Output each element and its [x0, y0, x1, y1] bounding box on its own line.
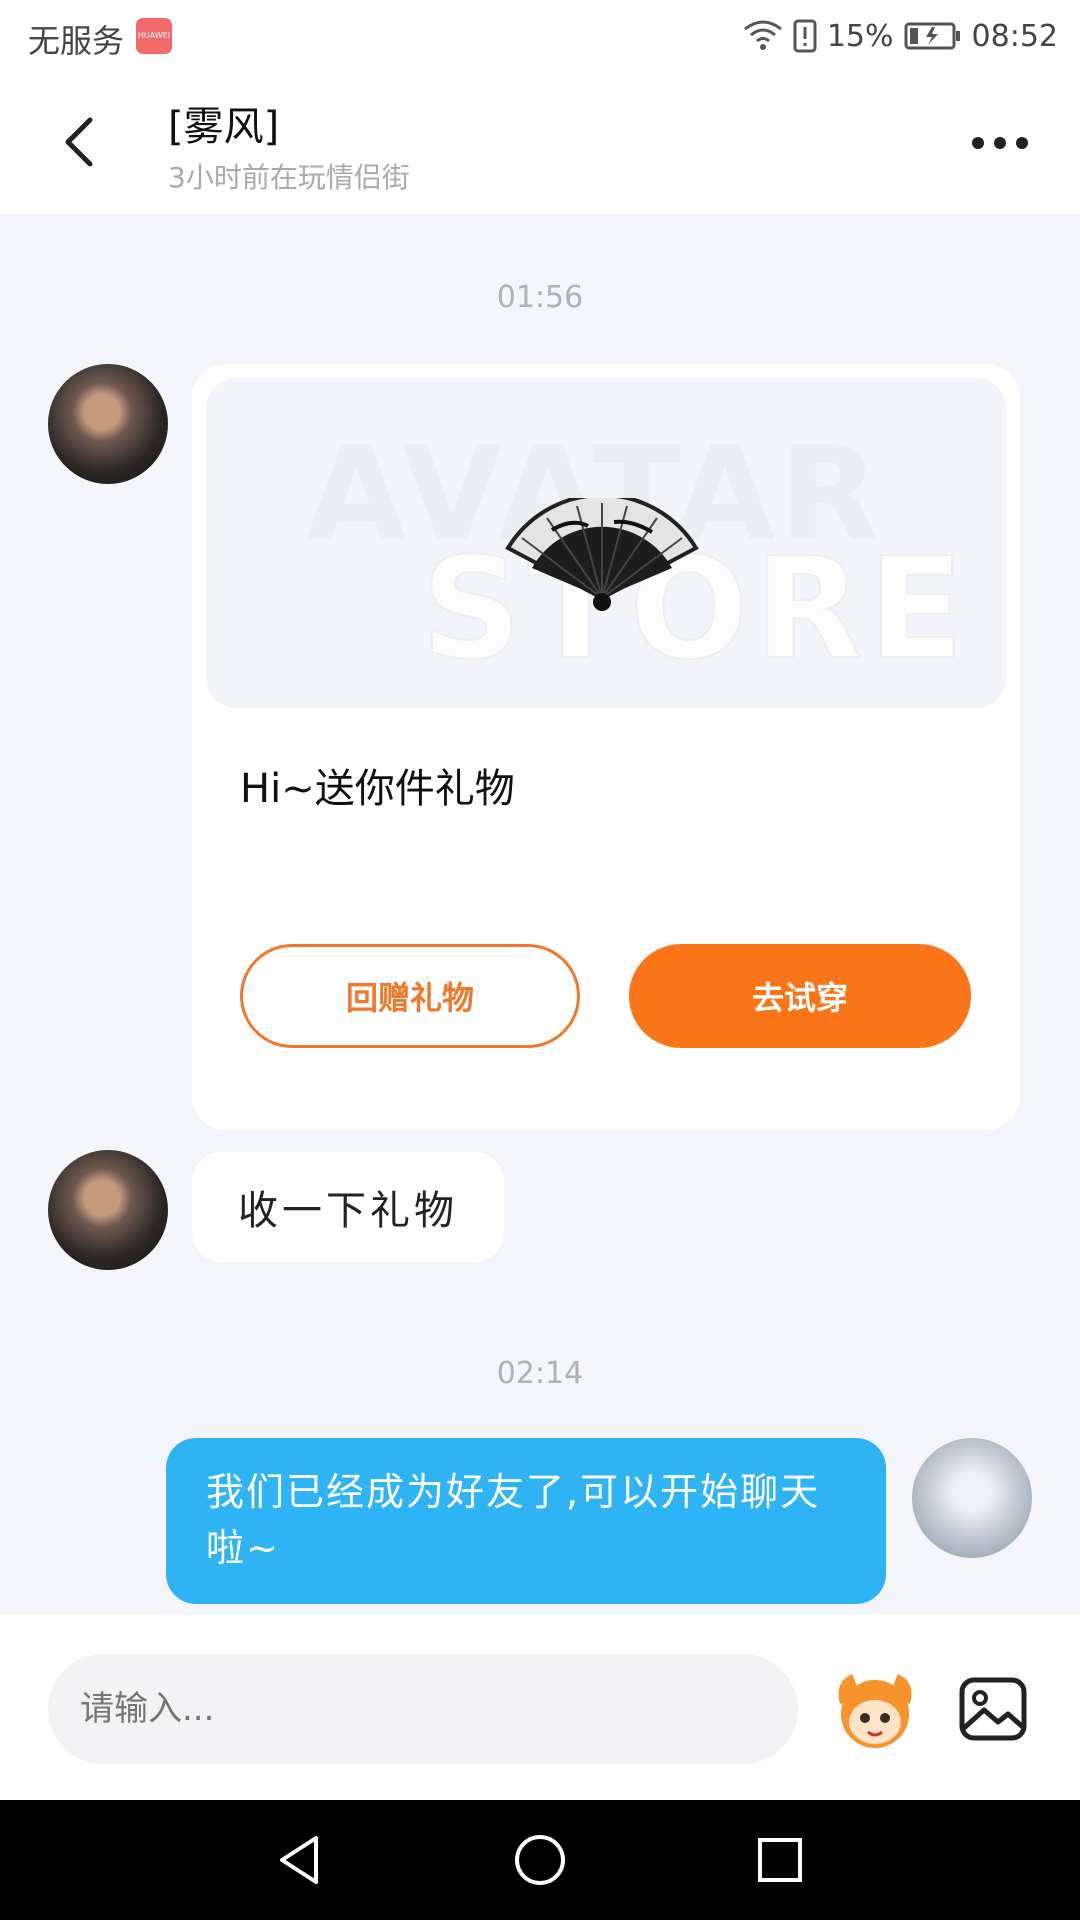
my-avatar[interactable] [912, 1438, 1032, 1558]
back-arrow-icon[interactable] [56, 112, 106, 172]
status-bar: 无服务 HUAWEI 15% 08:52 [0, 0, 1080, 72]
nav-recent-icon[interactable] [748, 1828, 812, 1892]
last-active-status: 3小时前在玩情侣街 [168, 161, 410, 194]
more-icon[interactable] [970, 128, 1030, 158]
contact-avatar[interactable] [48, 1150, 168, 1270]
chat-header: [雾风] 3小时前在玩情侣街 [0, 72, 1080, 214]
message-input[interactable] [48, 1654, 798, 1764]
folding-fan-gift [505, 498, 699, 611]
outgoing-message-bubble[interactable]: 我们已经成为好友了,可以开始聊天啦~ [166, 1438, 886, 1604]
system-nav-bar [0, 1800, 1080, 1920]
wifi-icon [743, 20, 782, 50]
huawei-store-icon: HUAWEI [136, 18, 172, 54]
sticker-mascot-icon[interactable] [830, 1664, 920, 1754]
status-icons: 15% 08:52 [743, 14, 1058, 58]
chat-area[interactable]: 01:56 AVATAR STORE Hi~送你件礼物 回赠礼物 去试穿 收一下… [0, 214, 1080, 1614]
try-on-button[interactable]: 去试穿 [629, 944, 971, 1048]
gift-message-card: AVATAR STORE Hi~送你件礼物 回赠礼物 去试穿 [192, 364, 1020, 1130]
carrier-label: 无服务 [28, 22, 125, 60]
contact-name: [雾风] [168, 104, 280, 150]
clock: 08:52 [971, 18, 1058, 54]
return-gift-button[interactable]: 回赠礼物 [240, 944, 580, 1048]
contact-avatar[interactable] [48, 364, 168, 484]
gift-message-text: Hi~送你件礼物 [240, 766, 515, 812]
incoming-message-bubble[interactable]: 收一下礼物 [192, 1152, 504, 1262]
alert-sim-icon [793, 19, 817, 53]
battery-percent: 15% [826, 18, 894, 54]
image-icon[interactable] [958, 1674, 1028, 1744]
battery-icon [904, 22, 960, 50]
gift-preview[interactable]: AVATAR STORE [206, 378, 1006, 708]
nav-home-icon[interactable] [508, 1828, 572, 1892]
message-timestamp: 01:56 [496, 280, 584, 315]
input-bar [0, 1614, 1080, 1800]
nav-back-icon[interactable] [268, 1828, 332, 1892]
message-timestamp: 02:14 [496, 1356, 584, 1391]
